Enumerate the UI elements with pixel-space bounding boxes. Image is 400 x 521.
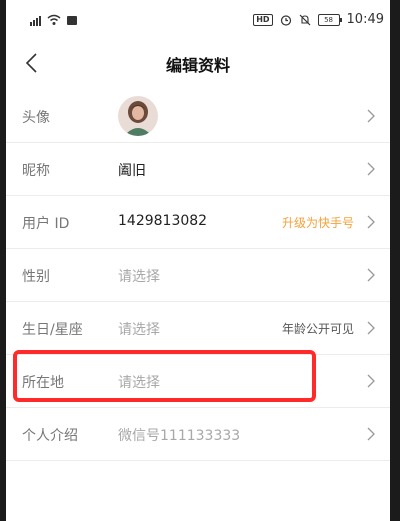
- chevron-right-icon: [367, 374, 375, 388]
- nav-bar: 编辑资料: [6, 40, 390, 88]
- status-time: 10:49: [346, 12, 384, 27]
- wifi-icon: [47, 14, 61, 25]
- bio-value: 微信号111133333: [118, 428, 241, 444]
- hd-badge: HD: [253, 13, 273, 26]
- status-right: HD 58 10:49: [253, 12, 384, 27]
- highlight-box: [13, 350, 316, 402]
- row-label: 头像: [22, 110, 50, 126]
- device-frame-right: [390, 0, 400, 521]
- avatar[interactable]: [118, 96, 158, 136]
- signal-icon: [30, 14, 41, 26]
- row-label: 性别: [22, 269, 50, 285]
- age-visibility-note: 年龄公开可见: [281, 322, 354, 336]
- row-label: 生日/星座: [22, 322, 83, 338]
- birthday-placeholder: 请选择: [118, 322, 160, 338]
- status-bar: HD 58 10:49: [6, 0, 390, 40]
- chevron-right-icon: [367, 427, 375, 441]
- mute-icon: [299, 14, 310, 25]
- chevron-right-icon: [367, 268, 375, 282]
- profile-list: 头像 昵称 阖旧 用户 ID 1429813082 升级为快手号 性别 请选择 …: [6, 90, 390, 461]
- chevron-right-icon: [367, 321, 375, 335]
- row-label: 昵称: [22, 163, 50, 179]
- row-user-id[interactable]: 用户 ID 1429813082 升级为快手号: [6, 196, 390, 249]
- status-left: [30, 14, 77, 26]
- row-birthday[interactable]: 生日/星座 请选择 年龄公开可见: [6, 302, 390, 355]
- chevron-right-icon: [367, 215, 375, 229]
- alarm-icon: [280, 14, 291, 26]
- gender-placeholder: 请选择: [118, 269, 160, 285]
- row-label: 个人介绍: [22, 428, 78, 444]
- row-label: 用户 ID: [22, 216, 70, 232]
- row-avatar[interactable]: 头像: [6, 90, 390, 143]
- battery-icon: 58: [317, 13, 342, 26]
- user-id-value: 1429813082: [118, 213, 208, 229]
- row-gender[interactable]: 性别 请选择: [6, 249, 390, 302]
- upgrade-link[interactable]: 升级为快手号: [282, 214, 354, 231]
- nickname-value: 阖旧: [118, 163, 146, 179]
- page-title: 编辑资料: [165, 56, 230, 75]
- row-nickname[interactable]: 昵称 阖旧: [6, 143, 390, 196]
- chevron-right-icon: [367, 109, 375, 123]
- chevron-right-icon: [367, 162, 375, 176]
- row-bio[interactable]: 个人介绍 微信号111133333: [6, 408, 390, 461]
- notification-icon: [67, 15, 77, 25]
